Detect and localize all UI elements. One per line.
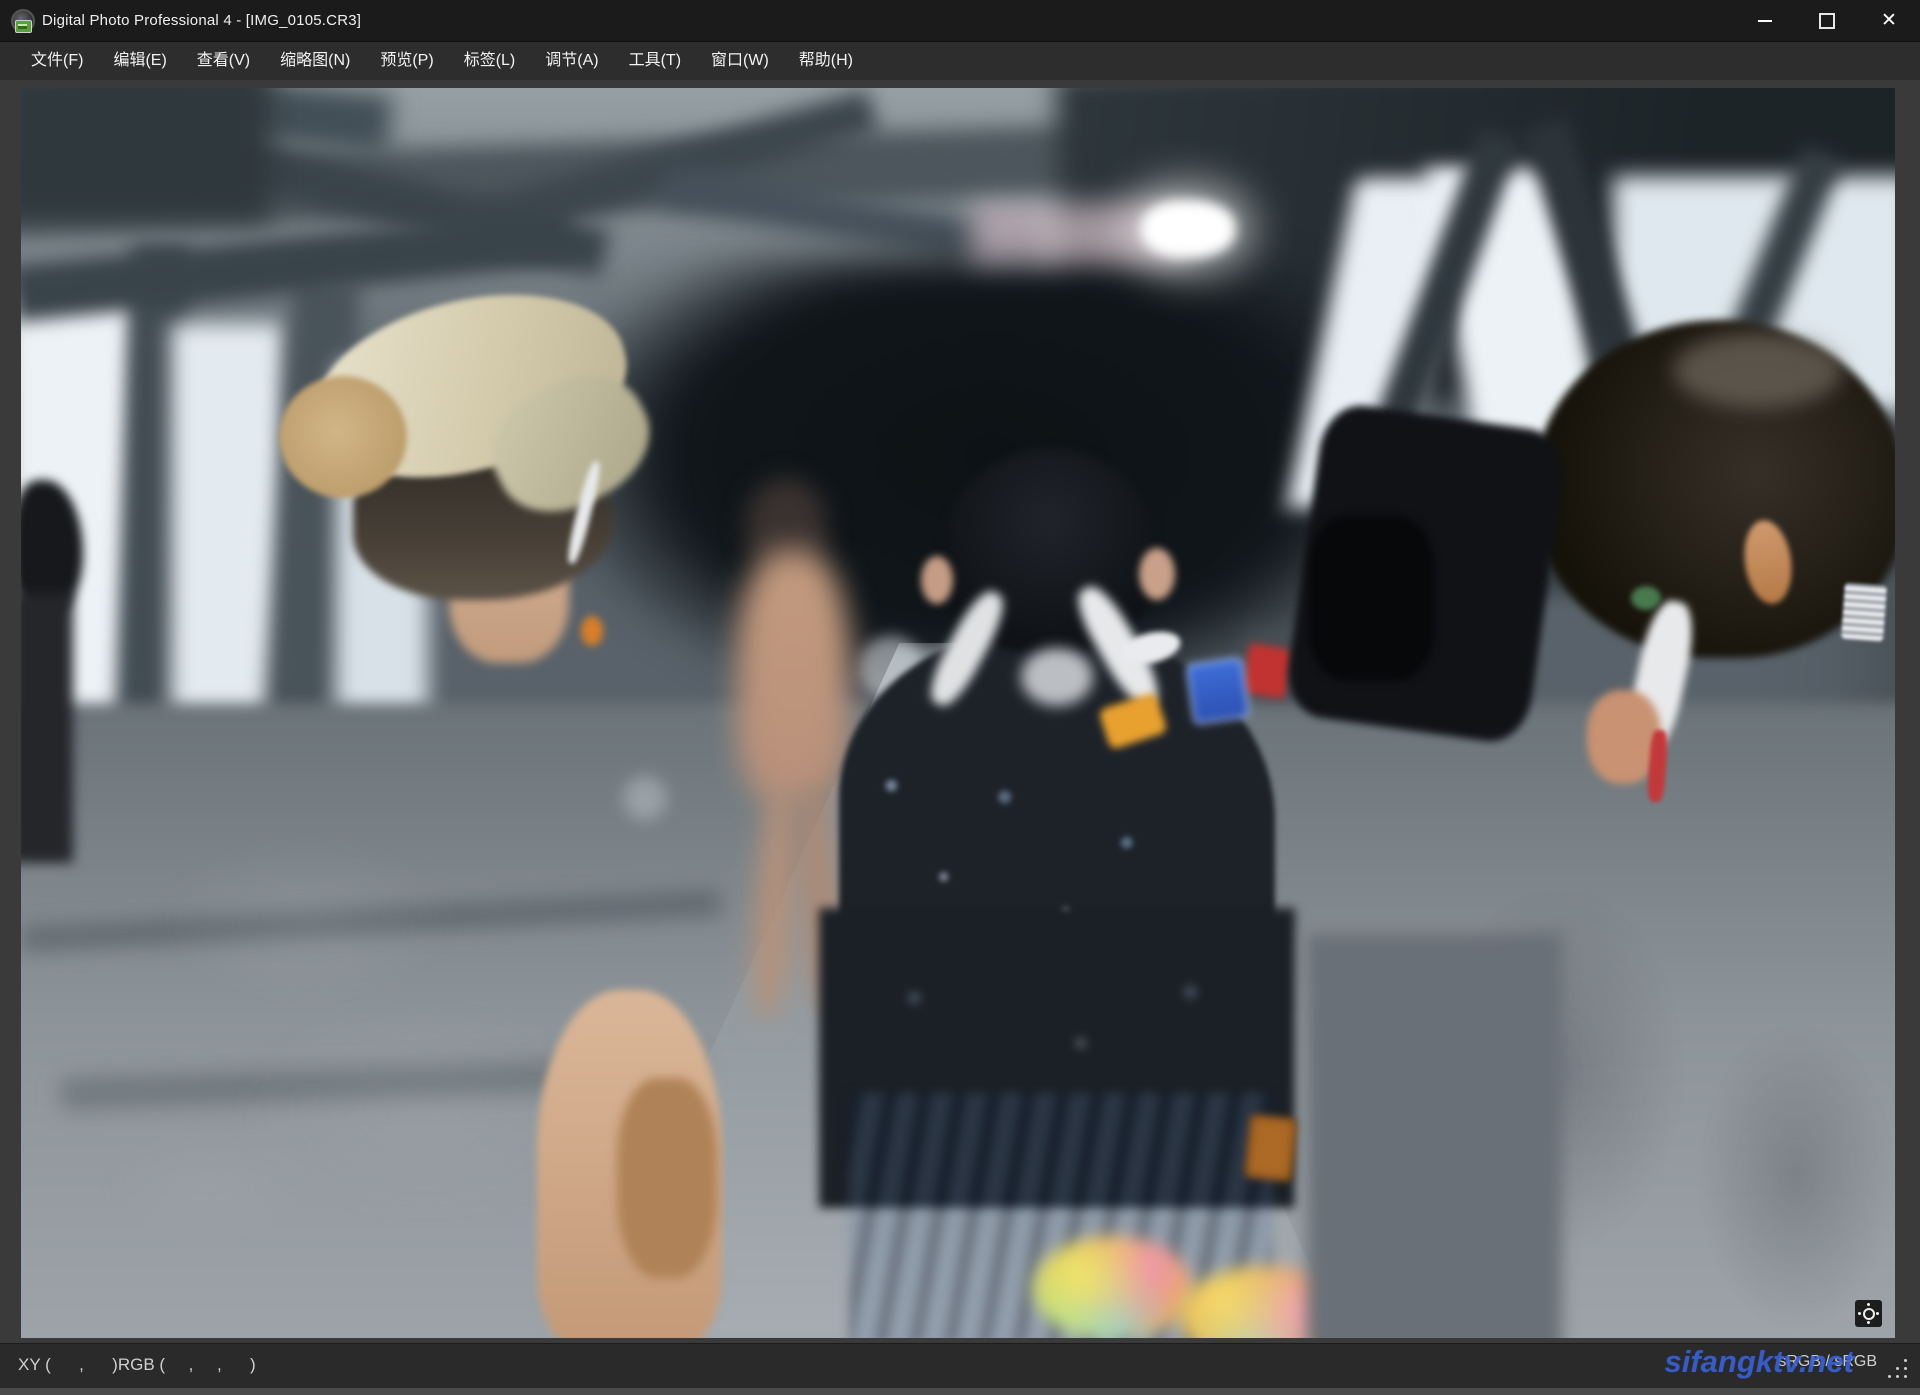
navigator-ring-icon: [1863, 1308, 1875, 1320]
navigator-icon[interactable]: [1855, 1300, 1882, 1327]
pixel-readout: XY ( , )RGB ( , , ): [18, 1355, 256, 1375]
menu-window[interactable]: 窗口(W): [696, 42, 784, 80]
photo-blurred-figure-body: [737, 550, 849, 800]
menu-help[interactable]: 帮助(H): [784, 42, 868, 80]
navigator-dot-icon: [1876, 1312, 1879, 1315]
menu-label[interactable]: 标签(L): [449, 42, 531, 80]
photo-camera-lens: [1309, 516, 1434, 681]
minimize-button[interactable]: [1734, 0, 1796, 41]
photo-photographer-jacket-shadow: [1307, 933, 1562, 1338]
menu-view[interactable]: 查看(V): [182, 42, 265, 80]
photo-thumbnail-icon: [15, 20, 32, 33]
photo-camera-green-led: [1631, 586, 1661, 610]
photo-capman-cap-roll: [279, 376, 407, 498]
status-bar: XY ( , )RGB ( , , ) sRGB / sRGB sifangkt…: [0, 1343, 1920, 1389]
photo-ceiling-light: [1141, 200, 1236, 258]
maximize-icon: [1819, 13, 1835, 29]
photo-jacket-tag: [1841, 583, 1887, 642]
photo-bokeh: [623, 776, 667, 820]
photo-photographer-hair-highlight: [1673, 333, 1843, 408]
photo-jacket-patch-red: [1241, 643, 1293, 700]
photo-ceiling-dark-left: [21, 88, 271, 223]
navigator-dot-icon: [1858, 1312, 1861, 1315]
resize-grip[interactable]: [1886, 1359, 1908, 1379]
photo-center-person-ear: [1139, 548, 1175, 600]
menu-thumbnail[interactable]: 缩略图(N): [265, 42, 365, 80]
photo-rainbow-fabric: [1033, 1236, 1193, 1338]
maximize-button[interactable]: [1796, 0, 1858, 41]
minimize-icon: [1758, 20, 1772, 22]
app-icon: [9, 9, 35, 33]
navigator-dot-icon: [1867, 1321, 1870, 1324]
menu-preview[interactable]: 预览(P): [365, 42, 448, 80]
menu-edit[interactable]: 编辑(E): [98, 42, 181, 80]
menu-file[interactable]: 文件(F): [16, 42, 98, 80]
close-button[interactable]: ✕: [1858, 0, 1920, 41]
photo-bystander-body: [21, 593, 73, 863]
photo-canvas[interactable]: [21, 88, 1895, 1338]
watermark-text: sifangktv.net: [1665, 1344, 1855, 1380]
title-bar: Digital Photo Professional 4 - [IMG_0105…: [0, 0, 1920, 42]
photo-jacket-patch-blue: [1185, 656, 1251, 725]
photo-center-person-ear: [921, 556, 953, 604]
menu-tools[interactable]: 工具(T): [614, 42, 696, 80]
photo-belt-leather-patch: [1244, 1114, 1298, 1183]
menu-adjust[interactable]: 调节(A): [530, 42, 613, 80]
navigator-dot-icon: [1867, 1303, 1870, 1306]
photo-center-person-collar: [1021, 648, 1093, 706]
menu-bar: 文件(F) 编辑(E) 查看(V) 缩略图(N) 预览(P) 标签(L) 调节(…: [0, 42, 1920, 80]
photo-capman-hand: [617, 1078, 717, 1278]
window-title: Digital Photo Professional 4 - [IMG_0105…: [42, 12, 361, 29]
window-bottom-edge: [0, 1388, 1920, 1395]
photo-capman-earpiece: [581, 616, 603, 646]
app-window: Digital Photo Professional 4 - [IMG_0105…: [0, 0, 1920, 1395]
window-controls: ✕: [1734, 0, 1920, 41]
